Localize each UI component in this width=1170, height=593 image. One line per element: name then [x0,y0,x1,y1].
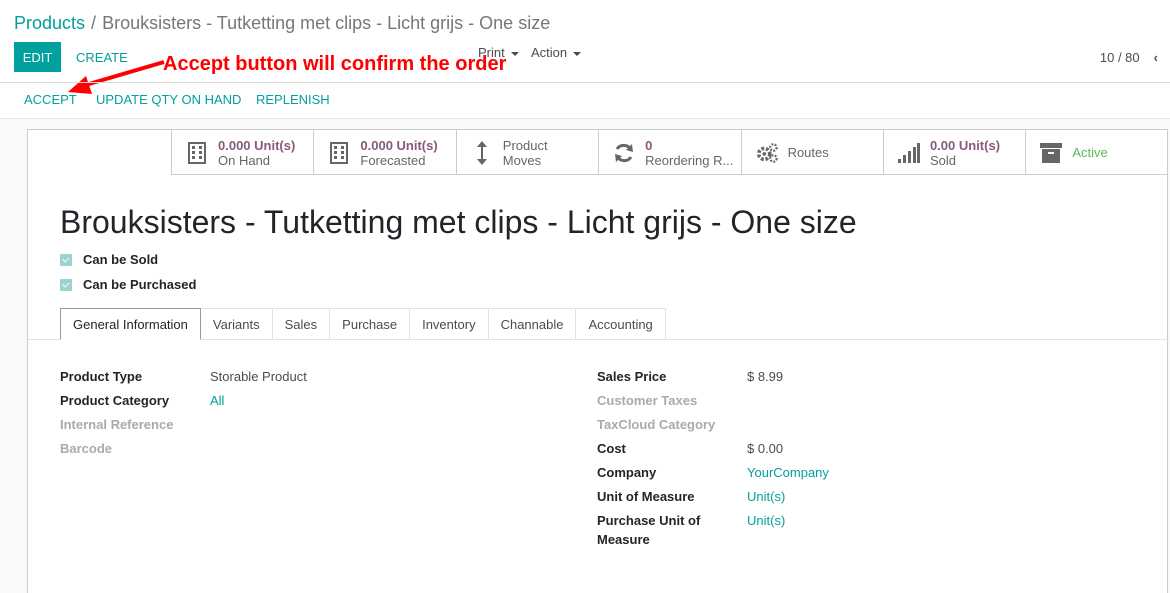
sales-price-value[interactable]: $ 8.99 [747,369,783,384]
statusbar: ACCEPT UPDATE QTY ON HAND REPLENISH [0,83,1170,117]
on-hand-value: 0.000 Unit(s) [218,137,296,153]
can-be-purchased-row: Can be Purchased [60,277,196,292]
breadcrumb-separator: / [91,13,97,33]
product-moves-value: Product [502,137,548,153]
tab-inventory[interactable]: Inventory [410,308,489,340]
caret-down-icon [510,51,519,56]
sold-value: 0.00 Unit(s) [929,137,1001,153]
building-icon [186,141,208,164]
can-be-sold-checkbox[interactable] [60,253,72,266]
reordering-rules-button[interactable]: 0 Reordering R... [598,130,740,175]
product-title: Brouksisters - Tutketting met clips - Li… [60,204,857,240]
sales-price-label: Sales Price [597,369,667,384]
purchase-uom-label: Purchase Unit of [597,513,701,528]
refresh-icon [613,142,635,164]
smart-button-box: 0.000 Unit(s) On Hand 0.000 Unit(s) Foreca… [171,130,1168,175]
breadcrumb-current: Brouksisters - Tutketting met clips - Li… [102,13,551,33]
breadcrumb: Products / Brouksisters - Tutketting met c… [14,13,550,34]
reordering-rules-value: 0 [645,137,653,153]
product-category-value[interactable]: All [210,393,224,408]
product-type-value[interactable]: Storable Product [210,369,307,384]
tab-purchase[interactable]: Purchase [330,308,411,340]
can-be-sold-label: Can be Sold [83,252,159,267]
annotation-text: Accept button will confirm the order [163,53,507,75]
active-toggle-button[interactable]: Active [1025,130,1167,175]
reordering-rules-label: Reordering R... [645,152,734,168]
barcode-label: Barcode [60,441,113,456]
tab-variants[interactable]: Variants [200,308,273,340]
can-be-purchased-checkbox[interactable] [60,278,72,291]
sold-button[interactable]: 0.00 Unit(s) Sold [882,130,1025,175]
action-dropdown[interactable]: Action [531,45,582,60]
can-be-sold-row: Can be Sold [60,252,158,267]
sold-label: Sold [929,152,956,168]
pager-value[interactable]: 10 / 80 [1100,50,1140,65]
chevron-left-icon[interactable]: ‹ [1154,50,1158,65]
building-icon [328,141,350,164]
replenish-button[interactable]: REPLENISH [256,92,330,107]
purchase-uom-value[interactable]: Unit(s) [747,513,785,528]
product-type-label: Product Type [60,369,143,384]
forecasted-value: 0.000 Unit(s) [360,137,438,153]
forecasted-button[interactable]: 0.000 Unit(s) Forecasted [313,130,455,175]
accept-button[interactable]: ACCEPT [24,92,77,107]
taxcloud-category-label: TaxCloud Category [597,417,716,432]
tab-channable[interactable]: Channable [488,308,577,340]
can-be-purchased-label: Can be Purchased [83,277,197,292]
caret-down-icon [573,51,582,56]
routes-button[interactable]: Routes [740,130,883,175]
cost-label: Cost [597,441,626,456]
tab-general-information[interactable]: General Information [60,308,201,340]
action-label: Action [531,45,568,60]
unit-of-measure-label: Unit of Measure [597,489,695,504]
customer-taxes-label: Customer Taxes [597,393,698,408]
update-qty-button[interactable]: UPDATE QTY ON HAND [96,92,241,107]
internal-reference-label: Internal Reference [60,417,174,432]
company-value[interactable]: YourCompany [747,465,829,480]
forecasted-label: Forecasted [360,152,426,168]
archive-icon [1040,142,1063,164]
product-category-label: Product Category [60,393,170,408]
cost-value[interactable]: $ 0.00 [747,441,783,456]
routes-label: Routes [787,145,829,160]
product-moves-label: Moves [502,152,542,168]
product-moves-button[interactable]: Product Moves [455,130,598,175]
unit-of-measure-value[interactable]: Unit(s) [747,489,785,504]
edit-button[interactable]: EDIT [14,42,61,72]
on-hand-button[interactable]: 0.000 Unit(s) On Hand [171,130,313,175]
breadcrumb-products-link[interactable]: Products [14,13,85,33]
on-hand-label: On Hand [218,152,271,168]
arrows-vertical-icon [471,140,493,165]
tab-sales[interactable]: Sales [272,308,331,340]
purchase-uom-label-line2: Measure [597,532,650,547]
notebook-tabs: General Information Variants Sales Purch… [60,308,666,340]
form-sheet: 0.000 Unit(s) On Hand 0.000 Unit(s) Foreca… [27,129,1169,593]
active-label: Active [1072,145,1108,160]
cogs-icon [756,142,778,164]
signal-icon [897,142,920,164]
company-label: Company [597,465,657,480]
pager: 10 / 80 ‹ [1100,50,1158,65]
tab-accounting[interactable]: Accounting [576,308,666,340]
